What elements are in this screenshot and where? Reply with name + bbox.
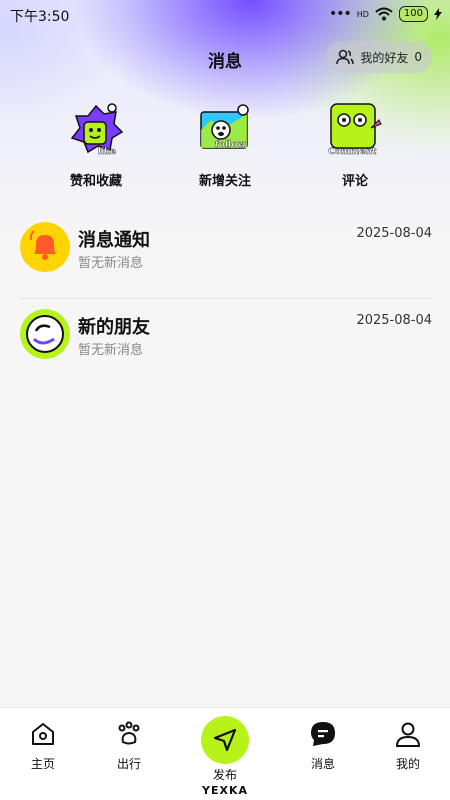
comment-badge: Comment bbox=[328, 147, 377, 156]
new-friends-title: 新的朋友 bbox=[78, 317, 150, 338]
notifications-subtitle: 暂无新消息 bbox=[78, 256, 144, 271]
my-friends-label: 我的好友 bbox=[360, 50, 409, 65]
new-friends-subtitle: 暂无新消息 bbox=[78, 343, 144, 358]
quick-comments-label: 评论 bbox=[341, 174, 368, 189]
tab-publish[interactable]: 发布 YEXKA bbox=[201, 716, 249, 797]
publish-button[interactable] bbox=[201, 716, 249, 764]
page-header: 消息 我的好友 0 bbox=[0, 40, 450, 76]
battery-indicator: 100 bbox=[398, 6, 428, 22]
list-item-new-friends[interactable]: 新的朋友 暂无新消息 2025-08-04 bbox=[18, 299, 432, 385]
follow-badge: follow bbox=[215, 140, 246, 150]
message-list: 消息通知 暂无新消息 2025-08-04 新的朋友 暂无新消息 2025-08… bbox=[0, 212, 450, 385]
quick-comments[interactable]: Comment 评论 bbox=[295, 100, 415, 189]
tab-messages-label: 消息 bbox=[310, 757, 335, 771]
status-icons: ••• HD 100 bbox=[329, 6, 442, 22]
message-bubble-icon bbox=[311, 722, 335, 746]
tab-mine-label: 我的 bbox=[395, 757, 420, 771]
tab-home-label: 主页 bbox=[30, 757, 55, 771]
status-time: 下午3:50 bbox=[10, 9, 70, 25]
friends-icon bbox=[336, 49, 355, 65]
quick-likes-label: 赞和收藏 bbox=[69, 174, 122, 189]
my-friends-button[interactable]: 我的好友 0 bbox=[326, 41, 432, 73]
bell-icon bbox=[20, 222, 70, 272]
quick-follows[interactable]: follow 新增关注 bbox=[165, 100, 285, 189]
new-friends-date: 2025-08-04 bbox=[356, 313, 432, 328]
status-bar: 下午3:50 ••• HD 100 bbox=[0, 0, 450, 30]
notifications-title: 消息通知 bbox=[78, 230, 150, 251]
tab-publish-label: 发布 bbox=[212, 768, 237, 782]
send-arrow-icon bbox=[213, 728, 237, 752]
like-mascot-icon: like bbox=[70, 103, 124, 157]
network-type: HD bbox=[356, 9, 369, 19]
tab-mine[interactable]: 我的 bbox=[378, 720, 438, 772]
notifications-date: 2025-08-04 bbox=[356, 226, 432, 241]
tab-home[interactable]: 主页 bbox=[13, 720, 73, 772]
list-item-notifications[interactable]: 消息通知 暂无新消息 2025-08-04 bbox=[18, 212, 432, 299]
signal-dots-icon: ••• bbox=[328, 6, 352, 22]
home-icon bbox=[32, 723, 54, 745]
charging-icon bbox=[434, 8, 442, 20]
smiley-icon bbox=[20, 309, 70, 359]
tab-travel-label: 出行 bbox=[116, 757, 141, 771]
person-icon bbox=[395, 722, 421, 747]
follow-mascot-icon: follow bbox=[200, 104, 249, 150]
my-friends-count: 0 bbox=[414, 50, 422, 64]
quick-likes[interactable]: like 赞和收藏 bbox=[36, 100, 156, 189]
brand-logo: YEXKA bbox=[202, 784, 248, 797]
paw-icon bbox=[118, 721, 140, 745]
quick-actions: like 赞和收藏 follow 新增关注 Comment 评论 bbox=[0, 100, 450, 190]
tab-travel[interactable]: 出行 bbox=[99, 720, 159, 772]
like-badge: like bbox=[98, 147, 116, 156]
bottom-tab-bar: 主页 出行 发布 YEXKA 消息 我的 bbox=[0, 707, 450, 800]
wifi-icon bbox=[375, 7, 393, 21]
quick-follows-label: 新增关注 bbox=[198, 174, 251, 189]
tab-messages[interactable]: 消息 bbox=[293, 720, 353, 772]
comment-mascot-icon: Comment bbox=[328, 103, 382, 157]
